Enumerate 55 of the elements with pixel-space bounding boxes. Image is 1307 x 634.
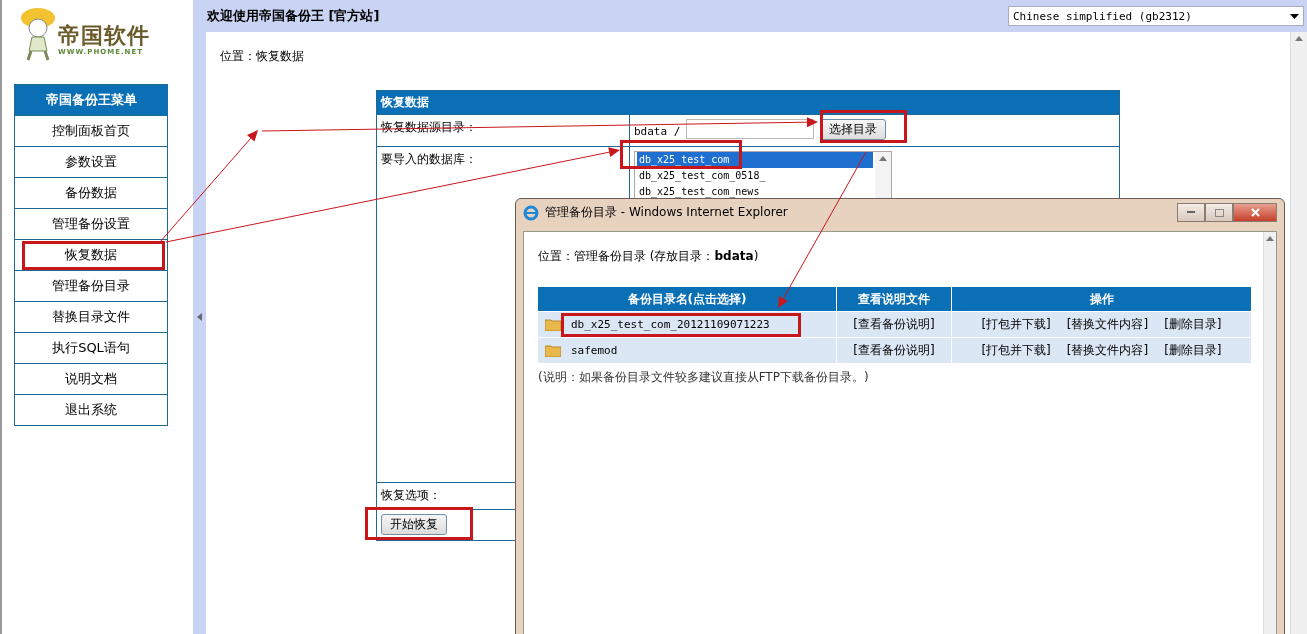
database-option[interactable]: db_x25_test_com_news	[637, 184, 873, 200]
language-select[interactable]: Chinese simplified (gb2312)	[1008, 6, 1304, 26]
menu-item[interactable]: 说明文档	[15, 363, 167, 394]
folder-icon	[545, 344, 561, 357]
action-link[interactable]: [打包并下载]	[981, 342, 1051, 359]
scroll-up-icon[interactable]	[1295, 36, 1303, 41]
menu-item[interactable]: 执行SQL语句	[15, 332, 167, 363]
maximize-button[interactable]	[1205, 203, 1233, 222]
column-header: 操作	[952, 287, 1251, 311]
database-option[interactable]: db_x25_test_com	[637, 152, 873, 168]
scroll-up-icon[interactable]	[879, 156, 887, 161]
start-restore-button[interactable]: 开始恢复	[381, 514, 447, 535]
form-title: 恢复数据	[377, 91, 1119, 114]
minimize-icon	[1187, 211, 1195, 214]
close-button[interactable]	[1233, 203, 1277, 222]
menu-title: 帝国备份王菜单	[15, 85, 167, 115]
directory-input[interactable]	[686, 119, 815, 139]
maximize-icon	[1214, 208, 1224, 217]
breadcrumb: 位置：管理备份目录 (存放目录：bdata)	[538, 248, 760, 265]
collapse-icon[interactable]	[196, 313, 202, 321]
directory-prefix: bdata /	[634, 125, 681, 138]
directory-link[interactable]: safemod	[571, 344, 618, 357]
dropdown-icon	[1290, 13, 1299, 19]
menu-item[interactable]: 控制面板首页	[15, 115, 167, 146]
field-label: 恢复选项：	[381, 487, 441, 504]
menu-item[interactable]: 管理备份设置	[15, 208, 167, 239]
close-icon	[1250, 208, 1260, 217]
menu-item[interactable]: 参数设置	[15, 146, 167, 177]
scroll-up-icon[interactable]	[1266, 236, 1274, 241]
menu-item[interactable]: 备份数据	[15, 177, 167, 208]
mascot-icon	[20, 6, 56, 62]
page-title: 欢迎使用帝国备份王 [官方站]	[207, 7, 380, 25]
action-link[interactable]: [打包并下载]	[981, 316, 1051, 333]
action-link[interactable]: [删除目录]	[1164, 316, 1222, 333]
database-option[interactable]: db_x25_test_com_0518_	[637, 168, 873, 184]
column-header: 查看说明文件	[837, 287, 951, 311]
field-label: 要导入的数据库：	[381, 151, 477, 168]
folder-icon	[545, 318, 561, 331]
scrollbar[interactable]	[1290, 32, 1307, 634]
scrollbar[interactable]	[1263, 232, 1276, 634]
action-link[interactable]: [替换文件内容]	[1066, 342, 1149, 359]
action-link[interactable]: [删除目录]	[1164, 342, 1222, 359]
menu-item[interactable]: 管理备份目录	[15, 270, 167, 301]
note-text: (说明：如果备份目录文件较多建议直接从FTP下载备份目录。)	[538, 369, 870, 386]
action-link[interactable]: [替换文件内容]	[1066, 316, 1149, 333]
breadcrumb: 位置：恢复数据	[220, 48, 305, 65]
logo-name: 帝国软件	[58, 24, 150, 48]
column-header: 备份目录名(点击选择)	[538, 287, 836, 311]
minimize-button[interactable]	[1177, 203, 1205, 222]
menu-item[interactable]: 替换目录文件	[15, 301, 167, 332]
menu-item[interactable]: 退出系统	[15, 394, 167, 425]
choose-directory-button[interactable]: 选择目录	[820, 119, 887, 140]
browser-icon	[523, 204, 539, 221]
window-title: 管理备份目录 - Windows Internet Explorer	[545, 204, 788, 221]
menu-item[interactable]: 恢复数据	[15, 239, 167, 270]
